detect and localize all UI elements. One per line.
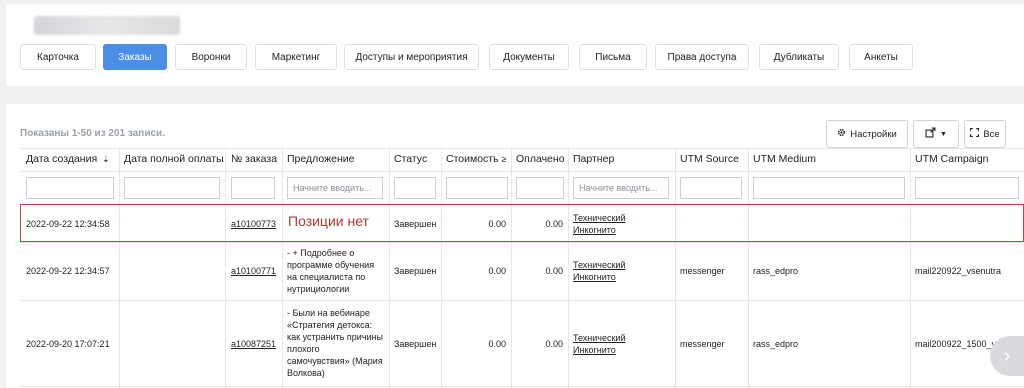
- show-all-button[interactable]: Все: [964, 120, 1006, 148]
- gear-icon: [837, 128, 846, 140]
- tab-access-events[interactable]: Доступы и мероприятия: [344, 44, 479, 70]
- cell-cost: 0.00: [488, 339, 506, 349]
- column-divider: [119, 148, 120, 388]
- filter-paid-input[interactable]: [516, 177, 564, 199]
- row-divider: [20, 242, 1024, 243]
- show-all-label: Все: [983, 128, 1000, 140]
- column-header-paid[interactable]: Оплачено: [516, 153, 565, 165]
- column-header-status[interactable]: Статус: [394, 153, 427, 165]
- export-dropdown-button[interactable]: ▼: [913, 120, 959, 148]
- column-header-order-number[interactable]: № заказа: [231, 153, 277, 165]
- cell-utm-source: messenger: [680, 266, 725, 276]
- partner-link[interactable]: Технический Инкогнито: [573, 259, 625, 283]
- row-divider: [20, 386, 1024, 387]
- column-header-cost[interactable]: Стоимость ≥: [446, 153, 506, 165]
- sort-desc-icon[interactable]: ⇣: [102, 154, 110, 164]
- order-link[interactable]: a10087251: [231, 338, 276, 350]
- next-arrow-button[interactable]: ›: [990, 336, 1024, 376]
- column-divider: [282, 148, 283, 388]
- highlight-box: [20, 204, 1024, 242]
- caret-down-icon: ▼: [940, 130, 947, 138]
- filter-paid-date-input[interactable]: [124, 177, 220, 199]
- expand-icon: [970, 128, 980, 140]
- filter-offer-input[interactable]: Начните вводить...: [287, 177, 383, 199]
- row-divider: [20, 300, 1024, 301]
- cell-utm-medium: rass_edpro: [753, 339, 799, 349]
- cell-cost: 0.00: [488, 266, 506, 276]
- cell-paid: 0.00: [545, 266, 563, 276]
- filter-status-input[interactable]: [394, 177, 436, 199]
- filter-cost-input[interactable]: [446, 177, 508, 199]
- export-icon: [925, 127, 936, 141]
- filter-utm-campaign-input[interactable]: [915, 177, 1019, 199]
- column-divider: [389, 148, 390, 388]
- cell-status: Завершен: [394, 266, 437, 276]
- tab-access-rights[interactable]: Права доступа: [655, 44, 749, 70]
- column-divider: [441, 148, 442, 388]
- filter-created-input[interactable]: [26, 177, 114, 199]
- settings-button[interactable]: Настройки: [826, 120, 908, 148]
- greater-equal-icon: ≥: [501, 154, 507, 164]
- column-header-offer[interactable]: Предложение: [287, 153, 354, 165]
- column-divider: [511, 148, 512, 388]
- filter-partner-input[interactable]: Начните вводить...: [573, 177, 669, 199]
- tab-card[interactable]: Карточка: [20, 44, 96, 70]
- blurred-user-name: [34, 16, 180, 35]
- tab-documents[interactable]: Документы: [489, 44, 569, 70]
- column-header-utm-source[interactable]: UTM Source: [680, 153, 739, 165]
- tab-orders[interactable]: Заказы: [103, 44, 167, 70]
- cell-offer: - Были на вебинаре «Стратегия детокса: к…: [287, 308, 383, 378]
- tab-funnels[interactable]: Воронки: [175, 44, 247, 70]
- column-header-partner[interactable]: Партнер: [573, 153, 614, 165]
- settings-label: Настройки: [850, 128, 897, 140]
- tab-letters[interactable]: Письма: [579, 44, 647, 70]
- column-header-paid-date[interactable]: Дата полной оплаты: [124, 153, 224, 165]
- column-header-utm-medium[interactable]: UTM Medium: [753, 153, 816, 165]
- column-divider: [675, 148, 676, 388]
- column-divider: [910, 148, 911, 388]
- cell-offer: - + Подробнее о программе обучения на сп…: [287, 248, 375, 294]
- filter-utm-medium-input[interactable]: [753, 177, 905, 199]
- column-header-utm-campaign[interactable]: UTM Campaign: [915, 153, 989, 165]
- chevron-right-icon: ›: [1003, 344, 1011, 367]
- cell-paid: 0.00: [545, 339, 563, 349]
- partner-link[interactable]: Технический Инкогнито: [573, 332, 625, 356]
- column-divider: [225, 148, 226, 388]
- column-header-created[interactable]: Дата создания ⇣: [26, 153, 110, 165]
- column-divider: [568, 148, 569, 388]
- cell-utm-medium: rass_edpro: [753, 266, 799, 276]
- tab-duplicates[interactable]: Дубликаты: [759, 44, 839, 70]
- order-link[interactable]: a10100771: [231, 265, 276, 277]
- cell-utm-source: messenger: [680, 339, 725, 349]
- records-info: Показаны 1-50 из 201 записи.: [20, 128, 165, 139]
- cell-status: Завершен: [394, 339, 437, 349]
- column-divider: [748, 148, 749, 388]
- filter-utm-source-input[interactable]: [680, 177, 742, 199]
- cell-created: 2022-09-20 17:07:21: [26, 339, 110, 349]
- cell-created: 2022-09-22 12:34:57: [26, 266, 110, 276]
- annotation-text: Позиции нет: [288, 213, 369, 229]
- tab-marketing[interactable]: Маркетинг: [255, 44, 337, 70]
- cell-utm-campaign: mail220922_vsenutra: [915, 266, 1002, 276]
- tab-surveys[interactable]: Анкеты: [849, 44, 913, 70]
- filter-order-input[interactable]: [231, 177, 275, 199]
